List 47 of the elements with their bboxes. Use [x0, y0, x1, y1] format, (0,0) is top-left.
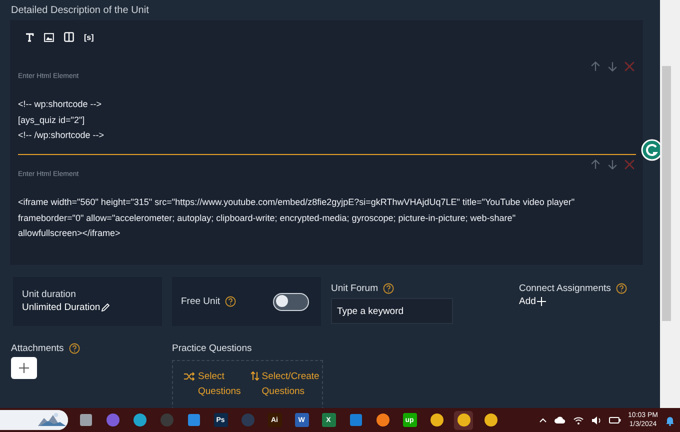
- keyword-input[interactable]: Type a keyword: [331, 298, 453, 324]
- shuffle-icon[interactable]: [184, 372, 195, 381]
- help-icon[interactable]: [382, 283, 394, 294]
- free-unit-label: Free Unit: [181, 296, 220, 307]
- section-title: Detailed Description of the Unit: [10, 4, 150, 18]
- attachments-label: Attachments: [11, 343, 64, 354]
- app-icon[interactable]: [188, 414, 200, 426]
- app-icon[interactable]: [133, 414, 146, 426]
- help-icon[interactable]: [68, 343, 80, 354]
- columns-icon[interactable]: [64, 32, 74, 42]
- select-link[interactable]: Select Questions: [184, 369, 241, 408]
- add-button[interactable]: [11, 357, 37, 379]
- battery-icon[interactable]: [609, 416, 622, 424]
- forum-label: Unit Forum: [331, 283, 378, 294]
- practice-label: Practice Questions: [172, 343, 253, 354]
- move-down-icon[interactable]: [607, 159, 618, 170]
- move-down-icon[interactable]: [607, 61, 618, 72]
- help-icon[interactable]: [225, 296, 236, 307]
- bell-icon[interactable]: [665, 414, 675, 426]
- image-icon[interactable]: [44, 32, 54, 42]
- app-icon[interactable]: [457, 414, 470, 426]
- cloud-icon[interactable]: [554, 416, 566, 424]
- assignments-label: Connect Assignments: [519, 283, 611, 294]
- wifi-icon[interactable]: [573, 416, 584, 424]
- help-icon[interactable]: [616, 283, 627, 294]
- scrollbar[interactable]: [660, 0, 680, 408]
- app-icon[interactable]: [80, 414, 92, 426]
- app-icon[interactable]: [430, 414, 443, 426]
- pencil-icon[interactable]: [101, 303, 110, 312]
- app-icon[interactable]: [376, 414, 389, 426]
- duration-label: Unit duration: [22, 289, 77, 300]
- sort-icon[interactable]: [250, 371, 259, 381]
- move-up-icon[interactable]: [590, 61, 601, 72]
- html-editor[interactable]: <!-- wp:shortcode --> [ays_quiz id="2"] <!-- /wp:shortcode -->: [18, 85, 636, 144]
- app-icon[interactable]: [484, 414, 497, 426]
- speaker-icon[interactable]: [591, 416, 602, 424]
- shortcode-tool[interactable]: [s]: [84, 32, 94, 42]
- plus-icon[interactable]: [19, 363, 29, 373]
- chevron-up-icon[interactable]: [539, 417, 548, 423]
- add-link[interactable]: Add: [519, 296, 627, 307]
- duration-value: Unlimited Duration: [22, 302, 100, 313]
- app-icon[interactable]: [350, 414, 362, 426]
- move-up-icon[interactable]: [590, 159, 601, 170]
- html-editor[interactable]: <iframe width="560" height="315" src="https://www.youtube.com/embed/z8fie2gyjpE?si=gkRThwVHAjdUq7LE" title="YouTube video player" frameborder="0" allow="accelerometer; autoplay; clipboard-write; encrypted-media; gyroscope; picture-in-picture; web-share" allowfullscreen></iframe>: [18, 183, 636, 242]
- text-format-icon[interactable]: [25, 32, 34, 42]
- select-link[interactable]: Select/Create Questions: [250, 369, 322, 408]
- toggle-switch[interactable]: [273, 292, 309, 310]
